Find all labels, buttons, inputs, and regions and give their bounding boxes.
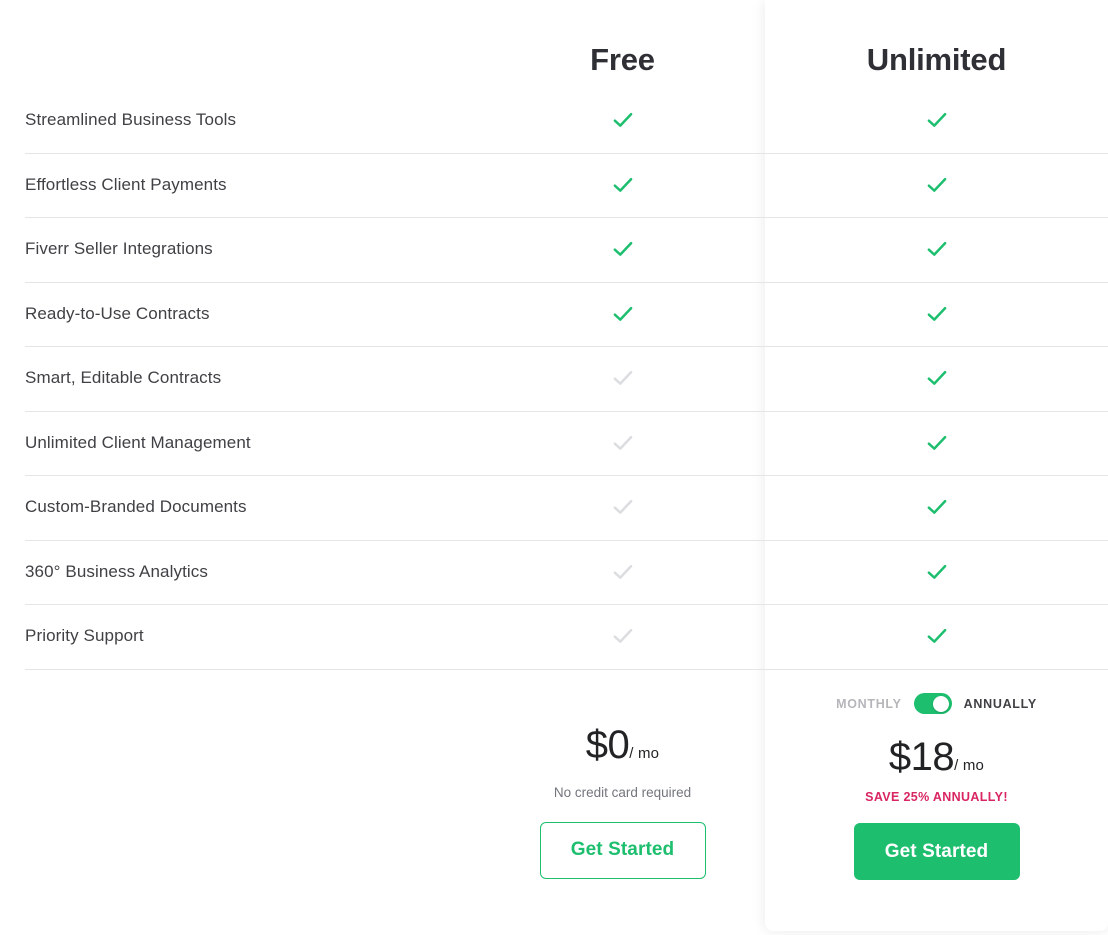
billing-toggle-annually-label[interactable]: ANNUALLY [964, 697, 1037, 711]
unlimited-price: $18/ mo [765, 735, 1108, 780]
free-cell [480, 559, 765, 585]
check-icon [924, 559, 950, 585]
unlimited-get-started-button[interactable]: Get Started [853, 823, 1020, 880]
check-icon [924, 494, 950, 520]
unlimited-cell [765, 559, 1108, 585]
check-icon [924, 236, 950, 262]
free-cell [480, 430, 765, 456]
unlimited-plan-title: Unlimited [866, 42, 1007, 77]
check-icon [924, 172, 950, 198]
check-icon [924, 430, 950, 456]
feature-label: Effortless Client Payments [25, 174, 227, 194]
free-cell [480, 172, 765, 198]
feature-label: Unlimited Client Management [25, 432, 251, 452]
table-row: Ready-to-Use Contracts [0, 281, 1108, 347]
table-row: Streamlined Business Tools [0, 88, 1108, 153]
free-plan-note: No credit card required [553, 785, 692, 800]
feature-label: Fiverr Seller Integrations [25, 239, 213, 259]
billing-period-toggle-group: MONTHLY ANNUALLY [765, 693, 1108, 714]
unlimited-cell [765, 107, 1108, 133]
pricing-comparison: Free Unlimited Streamlined Business Tool… [0, 0, 1108, 935]
check-icon [924, 107, 950, 133]
unlimited-cell [765, 430, 1108, 456]
unlimited-cell [765, 236, 1108, 262]
unlimited-cell [765, 494, 1108, 520]
free-cell [480, 623, 765, 649]
feature-label: Priority Support [25, 626, 144, 646]
table-row: 360° Business Analytics [0, 539, 1108, 605]
check-disabled-icon [610, 430, 636, 456]
billing-toggle-monthly-label[interactable]: MONTHLY [836, 697, 902, 711]
free-cell [480, 236, 765, 262]
unlimited-cell [765, 365, 1108, 391]
unlimited-cell [765, 172, 1108, 198]
table-header-row: Free Unlimited [0, 0, 1108, 88]
feature-label: Streamlined Business Tools [25, 110, 237, 130]
free-cell [480, 301, 765, 327]
free-plan-pricing: $0/ mo No credit card required Get Start… [480, 671, 765, 935]
check-icon [610, 172, 636, 198]
table-row: Effortless Client Payments [0, 152, 1108, 218]
feature-label: Ready-to-Use Contracts [25, 303, 210, 323]
feature-label: Smart, Editable Contracts [25, 368, 222, 388]
check-icon [610, 236, 636, 262]
check-disabled-icon [610, 559, 636, 585]
unlimited-price-amount: $18 [888, 735, 955, 779]
feature-label: 360° Business Analytics [25, 561, 208, 581]
pricing-footer: $0/ mo No credit card required Get Start… [0, 671, 1108, 935]
free-plan-title: Free [590, 42, 655, 77]
unlimited-cell [765, 623, 1108, 649]
billing-period-switch[interactable] [913, 693, 952, 714]
table-row: Custom-Branded Documents [0, 475, 1108, 540]
free-cell [480, 365, 765, 391]
table-row: Fiverr Seller Integrations [0, 217, 1108, 282]
check-icon [610, 107, 636, 133]
free-cell [480, 494, 765, 520]
free-get-started-button[interactable]: Get Started [539, 822, 706, 879]
table-bottom-divider [0, 668, 1108, 670]
feature-label: Custom-Branded Documents [25, 497, 247, 517]
free-price: $0/ mo [480, 723, 765, 768]
unlimited-cell [765, 301, 1108, 327]
unlimited-plan-pricing: MONTHLY ANNUALLY $18/ mo SAVE 25% ANNUAL… [765, 671, 1108, 935]
table-row: Smart, Editable Contracts [0, 346, 1108, 411]
check-icon [924, 623, 950, 649]
check-disabled-icon [610, 365, 636, 391]
free-cell [480, 107, 765, 133]
check-icon [924, 301, 950, 327]
switch-knob [932, 695, 949, 712]
free-price-period: / mo [629, 745, 660, 762]
check-disabled-icon [610, 623, 636, 649]
free-price-amount: $0 [585, 723, 630, 767]
feature-comparison-table: Free Unlimited Streamlined Business Tool… [0, 0, 1108, 670]
unlimited-price-period: / mo [954, 757, 985, 774]
table-row: Priority Support [0, 604, 1108, 669]
unlimited-plan-savings-note: SAVE 25% ANNUALLY! [865, 790, 1008, 804]
check-icon [924, 365, 950, 391]
check-icon [610, 301, 636, 327]
table-row: Unlimited Client Management [0, 410, 1108, 476]
check-disabled-icon [610, 494, 636, 520]
